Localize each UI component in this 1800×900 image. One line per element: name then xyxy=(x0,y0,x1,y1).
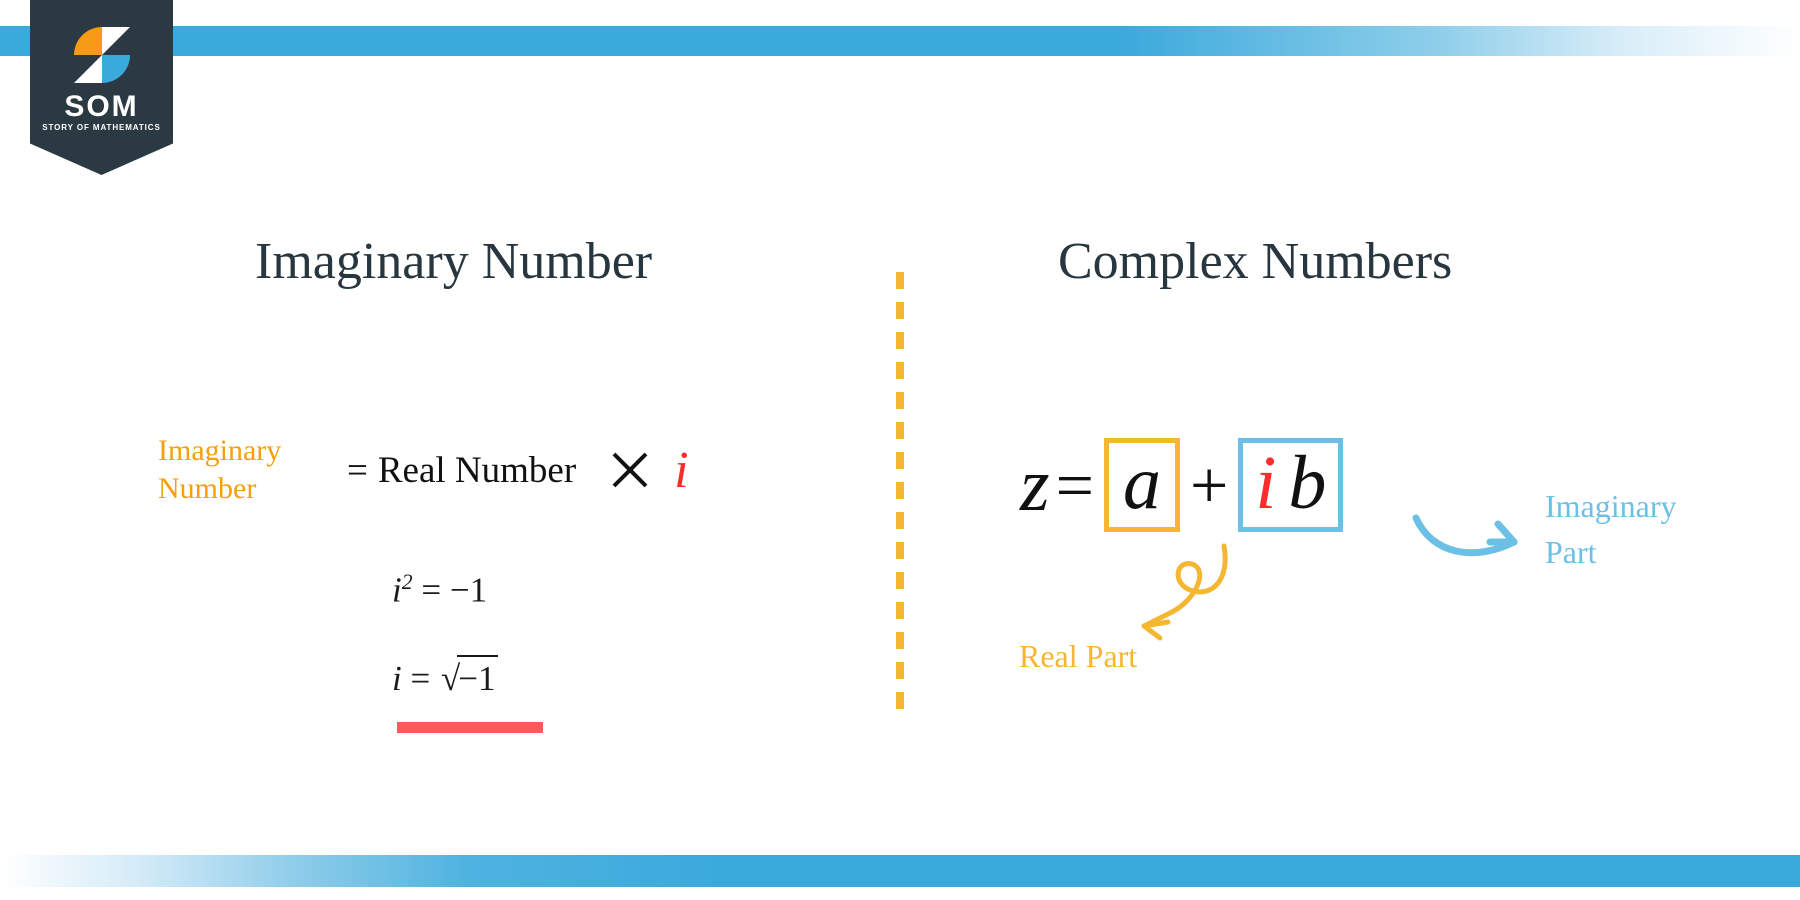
complex-plus-sign: + xyxy=(1189,447,1229,523)
i-root-lhs: i xyxy=(392,659,402,698)
i-squared-lhs: i xyxy=(392,570,402,610)
imaginary-part-label-line1: Imaginary xyxy=(1545,488,1677,524)
i-root-relation: = xyxy=(410,659,431,698)
right-panel-title: Complex Numbers xyxy=(1058,233,1453,290)
i-squared-rhs: −1 xyxy=(449,570,488,610)
imaginary-part-box: i b xyxy=(1238,438,1344,532)
imaginary-number-definition: Imaginary Number = Real Number i xyxy=(158,432,689,509)
i-squared-exponent: 2 xyxy=(401,570,413,594)
i-squared-relation: = xyxy=(421,570,442,610)
slide-canvas: SOM STORY OF MATHEMATICS Imaginary Numbe… xyxy=(0,0,1800,900)
definition-operand: Real Number xyxy=(377,449,577,491)
i-root-radicand: −1 xyxy=(457,655,499,699)
imaginary-coefficient-symbol: b xyxy=(1288,441,1327,525)
definition-term-line2: Number xyxy=(158,472,257,506)
imaginary-part-label: Imaginary Part xyxy=(1545,483,1677,576)
imaginary-unit-symbol: i xyxy=(1255,441,1277,525)
som-wordmark: SOM xyxy=(64,90,139,123)
som-stylized-s-logo-icon xyxy=(73,27,130,83)
complex-lhs: z xyxy=(1020,443,1050,527)
result-highlight-bar xyxy=(397,722,543,733)
equation-i-squared: i2 = −1 xyxy=(392,570,487,611)
complex-number-equation: z = a + i b xyxy=(1020,438,1347,532)
som-tagline: STORY OF MATHEMATICS xyxy=(42,123,161,132)
imaginary-part-arrow-icon xyxy=(1412,514,1518,557)
definition-term: Imaginary Number xyxy=(158,432,343,509)
real-part-box: a xyxy=(1103,438,1180,532)
definition-equals-sign: = xyxy=(347,449,368,491)
equation-i-root: i = √−1 xyxy=(392,655,499,699)
som-logo-badge: SOM STORY OF MATHEMATICS xyxy=(30,0,173,175)
complex-equals-sign: = xyxy=(1055,447,1094,523)
real-part-label: Real Part xyxy=(1019,638,1138,674)
bottom-banner-stripe xyxy=(0,855,1800,887)
top-banner-stripe xyxy=(0,26,1800,56)
real-part-symbol: a xyxy=(1122,441,1161,525)
square-root-symbol: √−1 xyxy=(439,655,499,699)
definition-term-line1: Imaginary xyxy=(158,434,282,467)
real-part-arrow-icon xyxy=(1141,543,1228,641)
imaginary-part-label-line2: Part xyxy=(1545,534,1597,571)
left-panel-title: Imaginary Number xyxy=(255,233,653,290)
definition-imaginary-unit: i xyxy=(674,441,689,499)
multiplication-cross-icon xyxy=(612,452,648,488)
panel-divider xyxy=(896,272,904,722)
